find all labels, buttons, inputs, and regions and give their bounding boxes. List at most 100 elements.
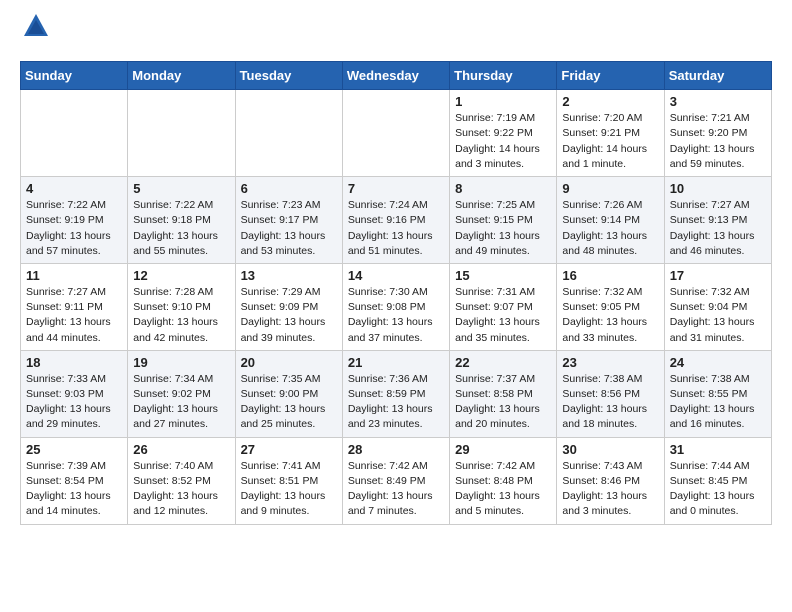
day-info: Sunrise: 7:41 AM Sunset: 8:51 PM Dayligh… [241, 459, 337, 520]
day-number: 18 [26, 355, 122, 370]
day-info: Sunrise: 7:27 AM Sunset: 9:11 PM Dayligh… [26, 285, 122, 346]
calendar-cell: 12 Sunrise: 7:28 AM Sunset: 9:10 PM Dayli… [128, 263, 235, 350]
day-info: Sunrise: 7:38 AM Sunset: 8:56 PM Dayligh… [562, 372, 658, 433]
day-info: Sunrise: 7:42 AM Sunset: 8:49 PM Dayligh… [348, 459, 444, 520]
calendar-cell: 30 Sunrise: 7:43 AM Sunset: 8:46 PM Dayli… [557, 437, 664, 524]
calendar-cell: 11 Sunrise: 7:27 AM Sunset: 9:11 PM Dayli… [21, 263, 128, 350]
calendar-week-row: 25 Sunrise: 7:39 AM Sunset: 8:54 PM Dayli… [21, 437, 772, 524]
day-info: Sunrise: 7:31 AM Sunset: 9:07 PM Dayligh… [455, 285, 551, 346]
day-info: Sunrise: 7:36 AM Sunset: 8:59 PM Dayligh… [348, 372, 444, 433]
day-info: Sunrise: 7:37 AM Sunset: 8:58 PM Dayligh… [455, 372, 551, 433]
day-number: 9 [562, 181, 658, 196]
calendar-cell: 27 Sunrise: 7:41 AM Sunset: 8:51 PM Dayli… [235, 437, 342, 524]
calendar-cell: 14 Sunrise: 7:30 AM Sunset: 9:08 PM Dayli… [342, 263, 449, 350]
calendar-cell: 15 Sunrise: 7:31 AM Sunset: 9:07 PM Dayli… [450, 263, 557, 350]
day-number: 27 [241, 442, 337, 457]
calendar-cell: 20 Sunrise: 7:35 AM Sunset: 9:00 PM Dayli… [235, 350, 342, 437]
day-info: Sunrise: 7:43 AM Sunset: 8:46 PM Dayligh… [562, 459, 658, 520]
day-info: Sunrise: 7:35 AM Sunset: 9:00 PM Dayligh… [241, 372, 337, 433]
calendar-cell: 4 Sunrise: 7:22 AM Sunset: 9:19 PM Daylig… [21, 177, 128, 264]
calendar-cell: 3 Sunrise: 7:21 AM Sunset: 9:20 PM Daylig… [664, 90, 771, 177]
day-number: 13 [241, 268, 337, 283]
calendar-cell: 5 Sunrise: 7:22 AM Sunset: 9:18 PM Daylig… [128, 177, 235, 264]
day-number: 1 [455, 94, 551, 109]
day-header-wednesday: Wednesday [342, 62, 449, 90]
calendar-week-row: 18 Sunrise: 7:33 AM Sunset: 9:03 PM Dayli… [21, 350, 772, 437]
day-info: Sunrise: 7:32 AM Sunset: 9:05 PM Dayligh… [562, 285, 658, 346]
day-number: 29 [455, 442, 551, 457]
day-number: 15 [455, 268, 551, 283]
day-number: 3 [670, 94, 766, 109]
calendar-header-row: SundayMondayTuesdayWednesdayThursdayFrid… [21, 62, 772, 90]
calendar-cell: 6 Sunrise: 7:23 AM Sunset: 9:17 PM Daylig… [235, 177, 342, 264]
day-number: 16 [562, 268, 658, 283]
day-info: Sunrise: 7:19 AM Sunset: 9:22 PM Dayligh… [455, 111, 551, 172]
day-number: 30 [562, 442, 658, 457]
day-number: 11 [26, 268, 122, 283]
day-number: 21 [348, 355, 444, 370]
calendar-cell: 10 Sunrise: 7:27 AM Sunset: 9:13 PM Dayli… [664, 177, 771, 264]
day-header-saturday: Saturday [664, 62, 771, 90]
day-number: 28 [348, 442, 444, 457]
day-number: 25 [26, 442, 122, 457]
calendar-cell [21, 90, 128, 177]
day-info: Sunrise: 7:30 AM Sunset: 9:08 PM Dayligh… [348, 285, 444, 346]
day-number: 8 [455, 181, 551, 196]
day-info: Sunrise: 7:21 AM Sunset: 9:20 PM Dayligh… [670, 111, 766, 172]
day-number: 7 [348, 181, 444, 196]
day-info: Sunrise: 7:33 AM Sunset: 9:03 PM Dayligh… [26, 372, 122, 433]
calendar-cell: 23 Sunrise: 7:38 AM Sunset: 8:56 PM Dayli… [557, 350, 664, 437]
calendar-cell: 13 Sunrise: 7:29 AM Sunset: 9:09 PM Dayli… [235, 263, 342, 350]
calendar-cell: 16 Sunrise: 7:32 AM Sunset: 9:05 PM Dayli… [557, 263, 664, 350]
day-number: 6 [241, 181, 337, 196]
day-info: Sunrise: 7:40 AM Sunset: 8:52 PM Dayligh… [133, 459, 229, 520]
day-number: 2 [562, 94, 658, 109]
page: SundayMondayTuesdayWednesdayThursdayFrid… [0, 0, 792, 541]
day-info: Sunrise: 7:22 AM Sunset: 9:18 PM Dayligh… [133, 198, 229, 259]
day-info: Sunrise: 7:28 AM Sunset: 9:10 PM Dayligh… [133, 285, 229, 346]
day-number: 5 [133, 181, 229, 196]
day-number: 20 [241, 355, 337, 370]
day-info: Sunrise: 7:22 AM Sunset: 9:19 PM Dayligh… [26, 198, 122, 259]
calendar-cell [128, 90, 235, 177]
day-header-thursday: Thursday [450, 62, 557, 90]
day-info: Sunrise: 7:29 AM Sunset: 9:09 PM Dayligh… [241, 285, 337, 346]
day-number: 14 [348, 268, 444, 283]
calendar: SundayMondayTuesdayWednesdayThursdayFrid… [20, 61, 772, 524]
day-info: Sunrise: 7:24 AM Sunset: 9:16 PM Dayligh… [348, 198, 444, 259]
day-info: Sunrise: 7:32 AM Sunset: 9:04 PM Dayligh… [670, 285, 766, 346]
day-number: 23 [562, 355, 658, 370]
day-number: 24 [670, 355, 766, 370]
day-info: Sunrise: 7:20 AM Sunset: 9:21 PM Dayligh… [562, 111, 658, 172]
day-header-monday: Monday [128, 62, 235, 90]
day-info: Sunrise: 7:27 AM Sunset: 9:13 PM Dayligh… [670, 198, 766, 259]
calendar-cell: 28 Sunrise: 7:42 AM Sunset: 8:49 PM Dayli… [342, 437, 449, 524]
calendar-cell: 31Sunrise: 7:44 AM Sunset: 8:45 PM Dayli… [664, 437, 771, 524]
day-info: Sunrise: 7:39 AM Sunset: 8:54 PM Dayligh… [26, 459, 122, 520]
calendar-cell: 2 Sunrise: 7:20 AM Sunset: 9:21 PM Daylig… [557, 90, 664, 177]
day-info: Sunrise: 7:34 AM Sunset: 9:02 PM Dayligh… [133, 372, 229, 433]
calendar-cell: 7 Sunrise: 7:24 AM Sunset: 9:16 PM Daylig… [342, 177, 449, 264]
day-number: 22 [455, 355, 551, 370]
logo [20, 16, 50, 49]
logo-icon [22, 12, 50, 40]
day-number: 26 [133, 442, 229, 457]
calendar-cell: 19Sunrise: 7:34 AM Sunset: 9:02 PM Dayli… [128, 350, 235, 437]
calendar-cell: 17 Sunrise: 7:32 AM Sunset: 9:04 PM Dayli… [664, 263, 771, 350]
day-info: Sunrise: 7:25 AM Sunset: 9:15 PM Dayligh… [455, 198, 551, 259]
day-number: 12 [133, 268, 229, 283]
day-info: Sunrise: 7:38 AM Sunset: 8:55 PM Dayligh… [670, 372, 766, 433]
calendar-week-row: 11 Sunrise: 7:27 AM Sunset: 9:11 PM Dayli… [21, 263, 772, 350]
day-number: 10 [670, 181, 766, 196]
day-info: Sunrise: 7:26 AM Sunset: 9:14 PM Dayligh… [562, 198, 658, 259]
calendar-cell: 22 Sunrise: 7:37 AM Sunset: 8:58 PM Dayli… [450, 350, 557, 437]
calendar-week-row: 1 Sunrise: 7:19 AM Sunset: 9:22 PM Daylig… [21, 90, 772, 177]
day-header-sunday: Sunday [21, 62, 128, 90]
day-number: 17 [670, 268, 766, 283]
calendar-cell: 26 Sunrise: 7:40 AM Sunset: 8:52 PM Dayli… [128, 437, 235, 524]
day-number: 4 [26, 181, 122, 196]
day-info: Sunrise: 7:23 AM Sunset: 9:17 PM Dayligh… [241, 198, 337, 259]
calendar-cell: 24 Sunrise: 7:38 AM Sunset: 8:55 PM Dayli… [664, 350, 771, 437]
header [20, 16, 772, 49]
calendar-cell: 1 Sunrise: 7:19 AM Sunset: 9:22 PM Daylig… [450, 90, 557, 177]
